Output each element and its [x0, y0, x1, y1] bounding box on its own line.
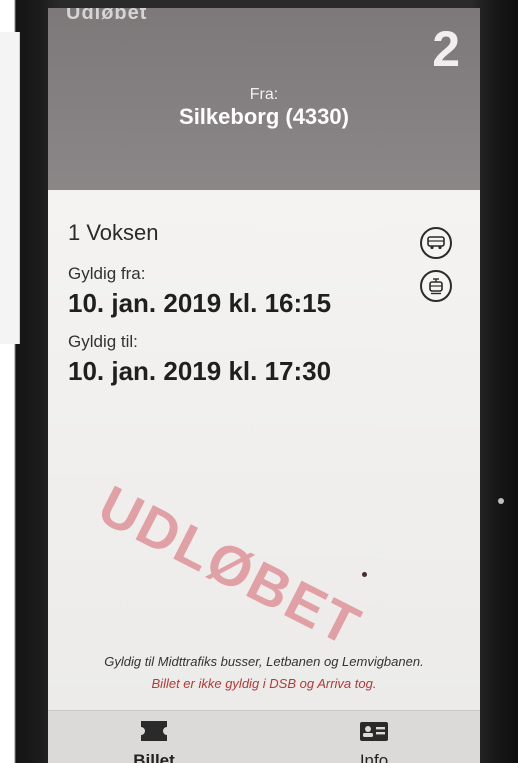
tram-icon	[420, 270, 452, 302]
ticket-count: 2	[432, 21, 460, 77]
from-zone: Silkeborg (4330)	[179, 104, 349, 129]
phone-sensor-dot	[498, 498, 504, 504]
ticket-header: Udløbet 2 Fra: Silkeborg (4330)	[48, 8, 480, 190]
ticket-screen: Udløbet 2 Fra: Silkeborg (4330) 1 Voksen…	[48, 8, 480, 763]
valid-to-value: 10. jan. 2019 kl. 17:30	[68, 356, 332, 386]
passenger-type: 1 Voksen	[68, 220, 159, 245]
bus-icon	[420, 227, 452, 259]
valid-from-value: 10. jan. 2019 kl. 16:15	[68, 288, 332, 318]
bottom-navigation: Billet Info	[48, 710, 480, 763]
ticket-details: 1 Voksen Gyldig fra: 10. jan. 2019 kl. 1…	[48, 190, 480, 710]
nav-tab-billet[interactable]: Billet	[94, 711, 214, 763]
expired-stamp: UDLØBET	[88, 472, 372, 659]
nav-tab-info[interactable]: Info	[314, 711, 434, 763]
validity-note: Gyldig til Midttrafiks busser, Letbanen …	[104, 654, 424, 669]
valid-to-label: Gyldig til:	[68, 332, 138, 351]
validity-warning: Billet er ikke gyldig i DSB og Arriva to…	[151, 676, 377, 691]
id-card-icon	[359, 719, 389, 748]
valid-from-label: Gyldig fra:	[68, 264, 146, 283]
ticket-status: Udløbet	[66, 8, 148, 24]
nav-label-info: Info	[359, 751, 389, 763]
nav-label-billet: Billet	[133, 751, 175, 763]
background-paper	[0, 32, 20, 344]
ticket-icon	[139, 719, 169, 748]
from-label: Fra:	[249, 86, 279, 103]
screen-speck	[362, 572, 367, 577]
